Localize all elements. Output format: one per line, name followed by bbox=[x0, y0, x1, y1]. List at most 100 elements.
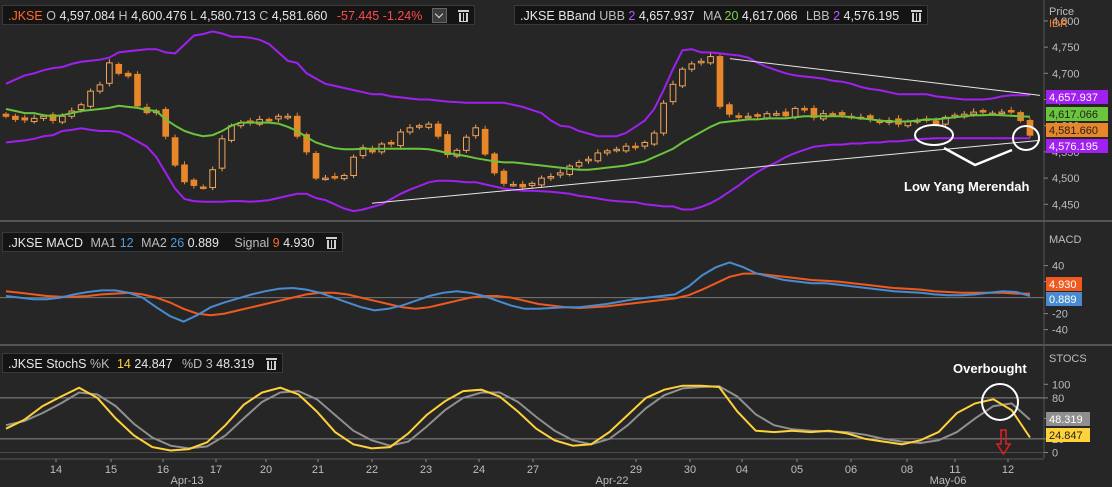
y-tick-label: 80 bbox=[1052, 393, 1064, 405]
d-label: %D bbox=[182, 357, 203, 371]
candle-body bbox=[134, 73, 141, 107]
x-tick-label: 29 bbox=[630, 464, 642, 476]
candle-body bbox=[829, 113, 837, 116]
x-tick-label: 08 bbox=[901, 464, 913, 476]
candle-body bbox=[284, 115, 292, 119]
candle-body bbox=[603, 150, 611, 154]
bband-legend: .JKSE BBand UBB 2 4,657.937 MA 20 4,617.… bbox=[514, 5, 928, 25]
candle-body bbox=[679, 68, 686, 87]
candle-body bbox=[754, 114, 761, 117]
ma2-period: 26 bbox=[170, 236, 185, 250]
trash-icon[interactable] bbox=[265, 357, 277, 370]
lower-band-line bbox=[5, 127, 1030, 213]
candle-body bbox=[716, 56, 724, 107]
chevron-down-icon[interactable] bbox=[431, 8, 447, 24]
x-tick-label: 04 bbox=[736, 464, 748, 476]
candle-body bbox=[434, 123, 442, 137]
lbb-value: 4,576.195 bbox=[843, 9, 900, 23]
annotation-ellipse bbox=[914, 124, 954, 146]
macd-value: 0.889 bbox=[187, 236, 219, 250]
signal-value: 4.930 bbox=[283, 236, 315, 250]
candle-body bbox=[707, 56, 714, 64]
value-tag-label: 4.930 bbox=[1049, 279, 1077, 291]
candle-body bbox=[566, 165, 574, 175]
macd-legend: .JKSE MACD MA1 12 MA2 26 0.889 Signal 9 … bbox=[2, 232, 343, 252]
candle-body bbox=[1007, 110, 1015, 113]
candle-body bbox=[575, 161, 583, 167]
price-pane[interactable]: 4,4504,5004,5504,6004,6504,7004,7504,800… bbox=[0, 0, 1112, 220]
x-tick-label: 16 bbox=[157, 464, 169, 476]
candle-body bbox=[312, 152, 320, 179]
signal-label: Signal bbox=[234, 236, 270, 250]
month-label: May-06 bbox=[930, 475, 967, 487]
overbought-circle bbox=[981, 383, 1019, 421]
ma1-label: MA1 bbox=[90, 236, 117, 250]
candle-body bbox=[538, 177, 545, 186]
candle-body bbox=[190, 179, 198, 186]
candle-body bbox=[350, 156, 357, 176]
x-tick-label: 20 bbox=[260, 464, 272, 476]
stoch-title: .JKSE StochS bbox=[8, 357, 87, 371]
candle-body bbox=[641, 141, 649, 147]
y-tick-label: 100 bbox=[1052, 379, 1070, 391]
value-tag-label: 4,576.195 bbox=[1049, 141, 1098, 153]
trash-icon[interactable] bbox=[325, 236, 337, 249]
candle-body bbox=[726, 104, 733, 115]
candle-body bbox=[416, 125, 423, 128]
ma-period: 20 bbox=[724, 9, 739, 23]
bband-title: .JKSE BBand bbox=[520, 9, 596, 23]
x-tick-label: 12 bbox=[1002, 464, 1014, 476]
candle-body bbox=[491, 153, 498, 174]
close-value: 4,581.660 bbox=[271, 9, 328, 23]
value-tag-label: 24.847 bbox=[1049, 430, 1083, 442]
x-tick-label: 24 bbox=[473, 464, 485, 476]
y-tick-label: 4,750 bbox=[1052, 42, 1080, 54]
trash-icon[interactable] bbox=[458, 9, 470, 22]
close-label: C bbox=[259, 9, 269, 23]
value-tag-label: 4,657.937 bbox=[1049, 92, 1098, 104]
candle-body bbox=[585, 158, 592, 162]
ma-value: 4,617.066 bbox=[741, 9, 798, 23]
candle-body bbox=[998, 111, 1006, 115]
y-tick-label: 0 bbox=[1052, 448, 1058, 458]
candle-body bbox=[519, 183, 527, 188]
candle-body bbox=[801, 107, 808, 111]
ma-label: MA bbox=[702, 9, 722, 23]
price-chart[interactable]: 4,4504,5004,5504,6004,6504,7004,7504,800… bbox=[0, 0, 1112, 220]
change-pct: -1.24% bbox=[382, 9, 423, 23]
candle-body bbox=[697, 60, 705, 64]
candle-body bbox=[773, 113, 780, 116]
candle-body bbox=[106, 62, 113, 84]
candle-body bbox=[688, 63, 696, 70]
candle-body bbox=[763, 113, 771, 119]
candle-body bbox=[481, 128, 489, 155]
candle-body bbox=[275, 115, 282, 120]
candle-body bbox=[838, 112, 846, 116]
low-label: L bbox=[190, 9, 197, 23]
ma2-label: MA2 bbox=[141, 236, 167, 250]
open-value: 4,597.084 bbox=[59, 9, 116, 23]
candle-body bbox=[397, 131, 404, 147]
x-tick-label: 27 bbox=[527, 464, 539, 476]
macd-pane[interactable]: -40-2020404.9300.889 .JKSE MACD MA1 12 M… bbox=[0, 222, 1112, 344]
d-period: 3 bbox=[205, 357, 213, 371]
candle-body bbox=[21, 117, 29, 121]
axis-title-price: Price bbox=[1049, 6, 1075, 18]
y-tick-label: -40 bbox=[1052, 325, 1068, 337]
low-value: 4,580.713 bbox=[200, 9, 256, 23]
candle-body bbox=[96, 84, 104, 92]
candle-body bbox=[209, 169, 217, 189]
value-tag-label: 48.319 bbox=[1049, 414, 1083, 426]
lbb-label: LBB bbox=[805, 9, 830, 23]
annotation-label: Low Yang Merendah bbox=[904, 179, 1030, 194]
upper-trendline bbox=[729, 58, 1041, 96]
price-legend: .JKSE O 4,597.084 H 4,600.476 L 4,580.71… bbox=[2, 5, 476, 25]
candle-body bbox=[181, 164, 188, 183]
y-tick-label: 40 bbox=[1052, 261, 1064, 273]
trash-icon[interactable] bbox=[910, 9, 922, 22]
candle-body bbox=[594, 152, 602, 162]
stoch-pane[interactable]: 1008050200Overbought48.31924.847 .JKSE S… bbox=[0, 346, 1112, 458]
candle-body bbox=[650, 132, 658, 145]
candle-body bbox=[340, 174, 348, 180]
ubb-period: 2 bbox=[628, 9, 636, 23]
